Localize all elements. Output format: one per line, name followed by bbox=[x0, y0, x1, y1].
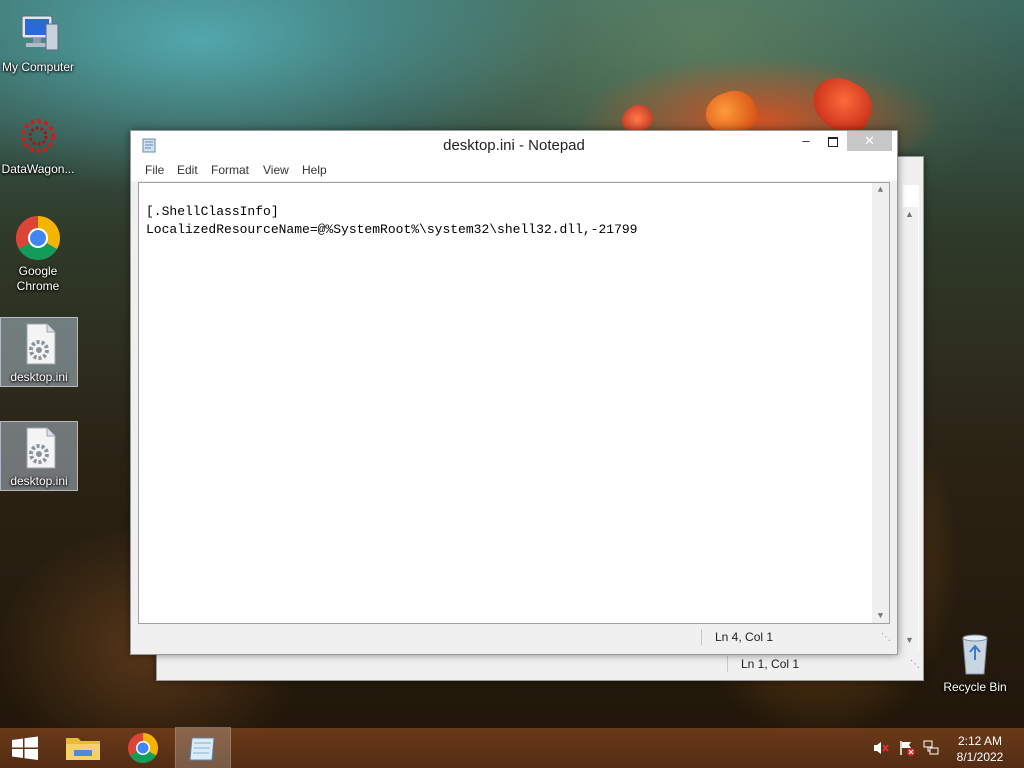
close-icon: ✕ bbox=[864, 133, 875, 148]
network-icon[interactable] bbox=[922, 740, 940, 761]
desktop-icon-desktop-ini-1[interactable]: desktop.ini bbox=[0, 317, 78, 387]
desktop-icon-my-computer[interactable]: My Computer bbox=[0, 8, 76, 75]
statusbar-background: Ln 1, Col 1 ⋱ bbox=[157, 653, 923, 675]
desktop-icon-google-chrome[interactable]: Google Chrome bbox=[0, 212, 76, 294]
desktop: My Computer DataWagon... Google Chrome d… bbox=[0, 0, 1024, 768]
status-divider bbox=[727, 656, 728, 672]
action-center-flag-icon[interactable] bbox=[898, 739, 916, 762]
resize-grip-icon[interactable]: ⋱ bbox=[910, 659, 920, 670]
taskbar-chrome[interactable] bbox=[116, 728, 170, 768]
scroll-down-arrow-icon[interactable]: ▼ bbox=[901, 635, 918, 645]
desktop-icon-label: desktop.ini bbox=[10, 370, 68, 384]
notepad-icon bbox=[189, 737, 215, 761]
datawagon-icon bbox=[14, 112, 62, 160]
status-position-background: Ln 1, Col 1 bbox=[741, 657, 800, 671]
desktop-icon-label: My Computer bbox=[1, 60, 75, 74]
resize-grip-icon[interactable]: ⋱ bbox=[881, 632, 891, 643]
menu-help[interactable]: Help bbox=[302, 163, 327, 177]
windows-logo-icon bbox=[12, 736, 38, 760]
minimize-button[interactable]: – bbox=[791, 131, 821, 151]
recycle-bin-icon bbox=[951, 630, 999, 678]
menu-file[interactable]: File bbox=[145, 163, 164, 177]
clock-date[interactable]: 8/1/2022 bbox=[950, 750, 1010, 764]
notepad-window[interactable]: desktop.ini - Notepad – ✕ File Edit Form… bbox=[130, 130, 898, 655]
vertical-scrollbar-background[interactable] bbox=[901, 207, 918, 653]
text-line: LocalizedResourceName=@%SystemRoot%\syst… bbox=[146, 222, 638, 237]
menu-view[interactable]: View bbox=[263, 163, 289, 177]
chrome-icon bbox=[14, 214, 62, 262]
settings-file-icon bbox=[15, 320, 63, 368]
scroll-down-arrow-icon[interactable]: ▼ bbox=[872, 611, 889, 621]
maximize-icon bbox=[828, 136, 838, 147]
volume-muted-icon[interactable] bbox=[872, 740, 890, 761]
close-button[interactable]: ✕ bbox=[847, 131, 892, 151]
statusbar: Ln 4, Col 1 ⋱ bbox=[131, 626, 897, 648]
window-title: desktop.ini - Notepad bbox=[443, 137, 585, 154]
maximize-button[interactable] bbox=[821, 131, 845, 151]
desktop-icon-datawagon[interactable]: DataWagon... bbox=[0, 110, 76, 177]
desktop-icon-label: Recycle Bin bbox=[943, 680, 1007, 694]
desktop-icon-recycle-bin[interactable]: Recycle Bin bbox=[937, 628, 1013, 695]
vertical-scrollbar[interactable]: ▲ ▼ bbox=[872, 183, 889, 623]
minimize-icon: – bbox=[802, 133, 810, 148]
title-bar[interactable]: desktop.ini - Notepad – ✕ bbox=[131, 131, 897, 159]
menu-format[interactable]: Format bbox=[211, 163, 249, 177]
settings-file-icon bbox=[15, 424, 63, 472]
scroll-up-arrow-icon[interactable]: ▲ bbox=[872, 185, 889, 195]
taskbar: 2:12 AM 8/1/2022 bbox=[0, 727, 1024, 768]
desktop-icon-label: DataWagon... bbox=[1, 162, 75, 176]
folder-icon bbox=[66, 738, 100, 760]
taskbar-file-explorer[interactable] bbox=[56, 728, 110, 768]
scroll-up-arrow-icon[interactable]: ▲ bbox=[901, 209, 918, 219]
desktop-icon-label: Google Chrome bbox=[16, 264, 60, 293]
menu-edit[interactable]: Edit bbox=[177, 163, 198, 177]
computer-icon bbox=[14, 10, 62, 58]
status-position: Ln 4, Col 1 bbox=[715, 630, 774, 644]
text-line: [.ShellClassInfo] bbox=[146, 204, 279, 219]
clock-time[interactable]: 2:12 AM bbox=[950, 734, 1010, 748]
taskbar-notepad[interactable] bbox=[175, 727, 231, 768]
menu-bar: File Edit Format View Help bbox=[131, 159, 897, 181]
desktop-icon-label: desktop.ini bbox=[10, 474, 68, 488]
notepad-text-area[interactable]: [.ShellClassInfo] LocalizedResourceName=… bbox=[138, 182, 890, 624]
chrome-icon bbox=[128, 733, 159, 764]
status-divider bbox=[701, 629, 702, 645]
start-button[interactable] bbox=[0, 728, 50, 768]
desktop-icon-desktop-ini-2[interactable]: desktop.ini bbox=[0, 421, 78, 491]
